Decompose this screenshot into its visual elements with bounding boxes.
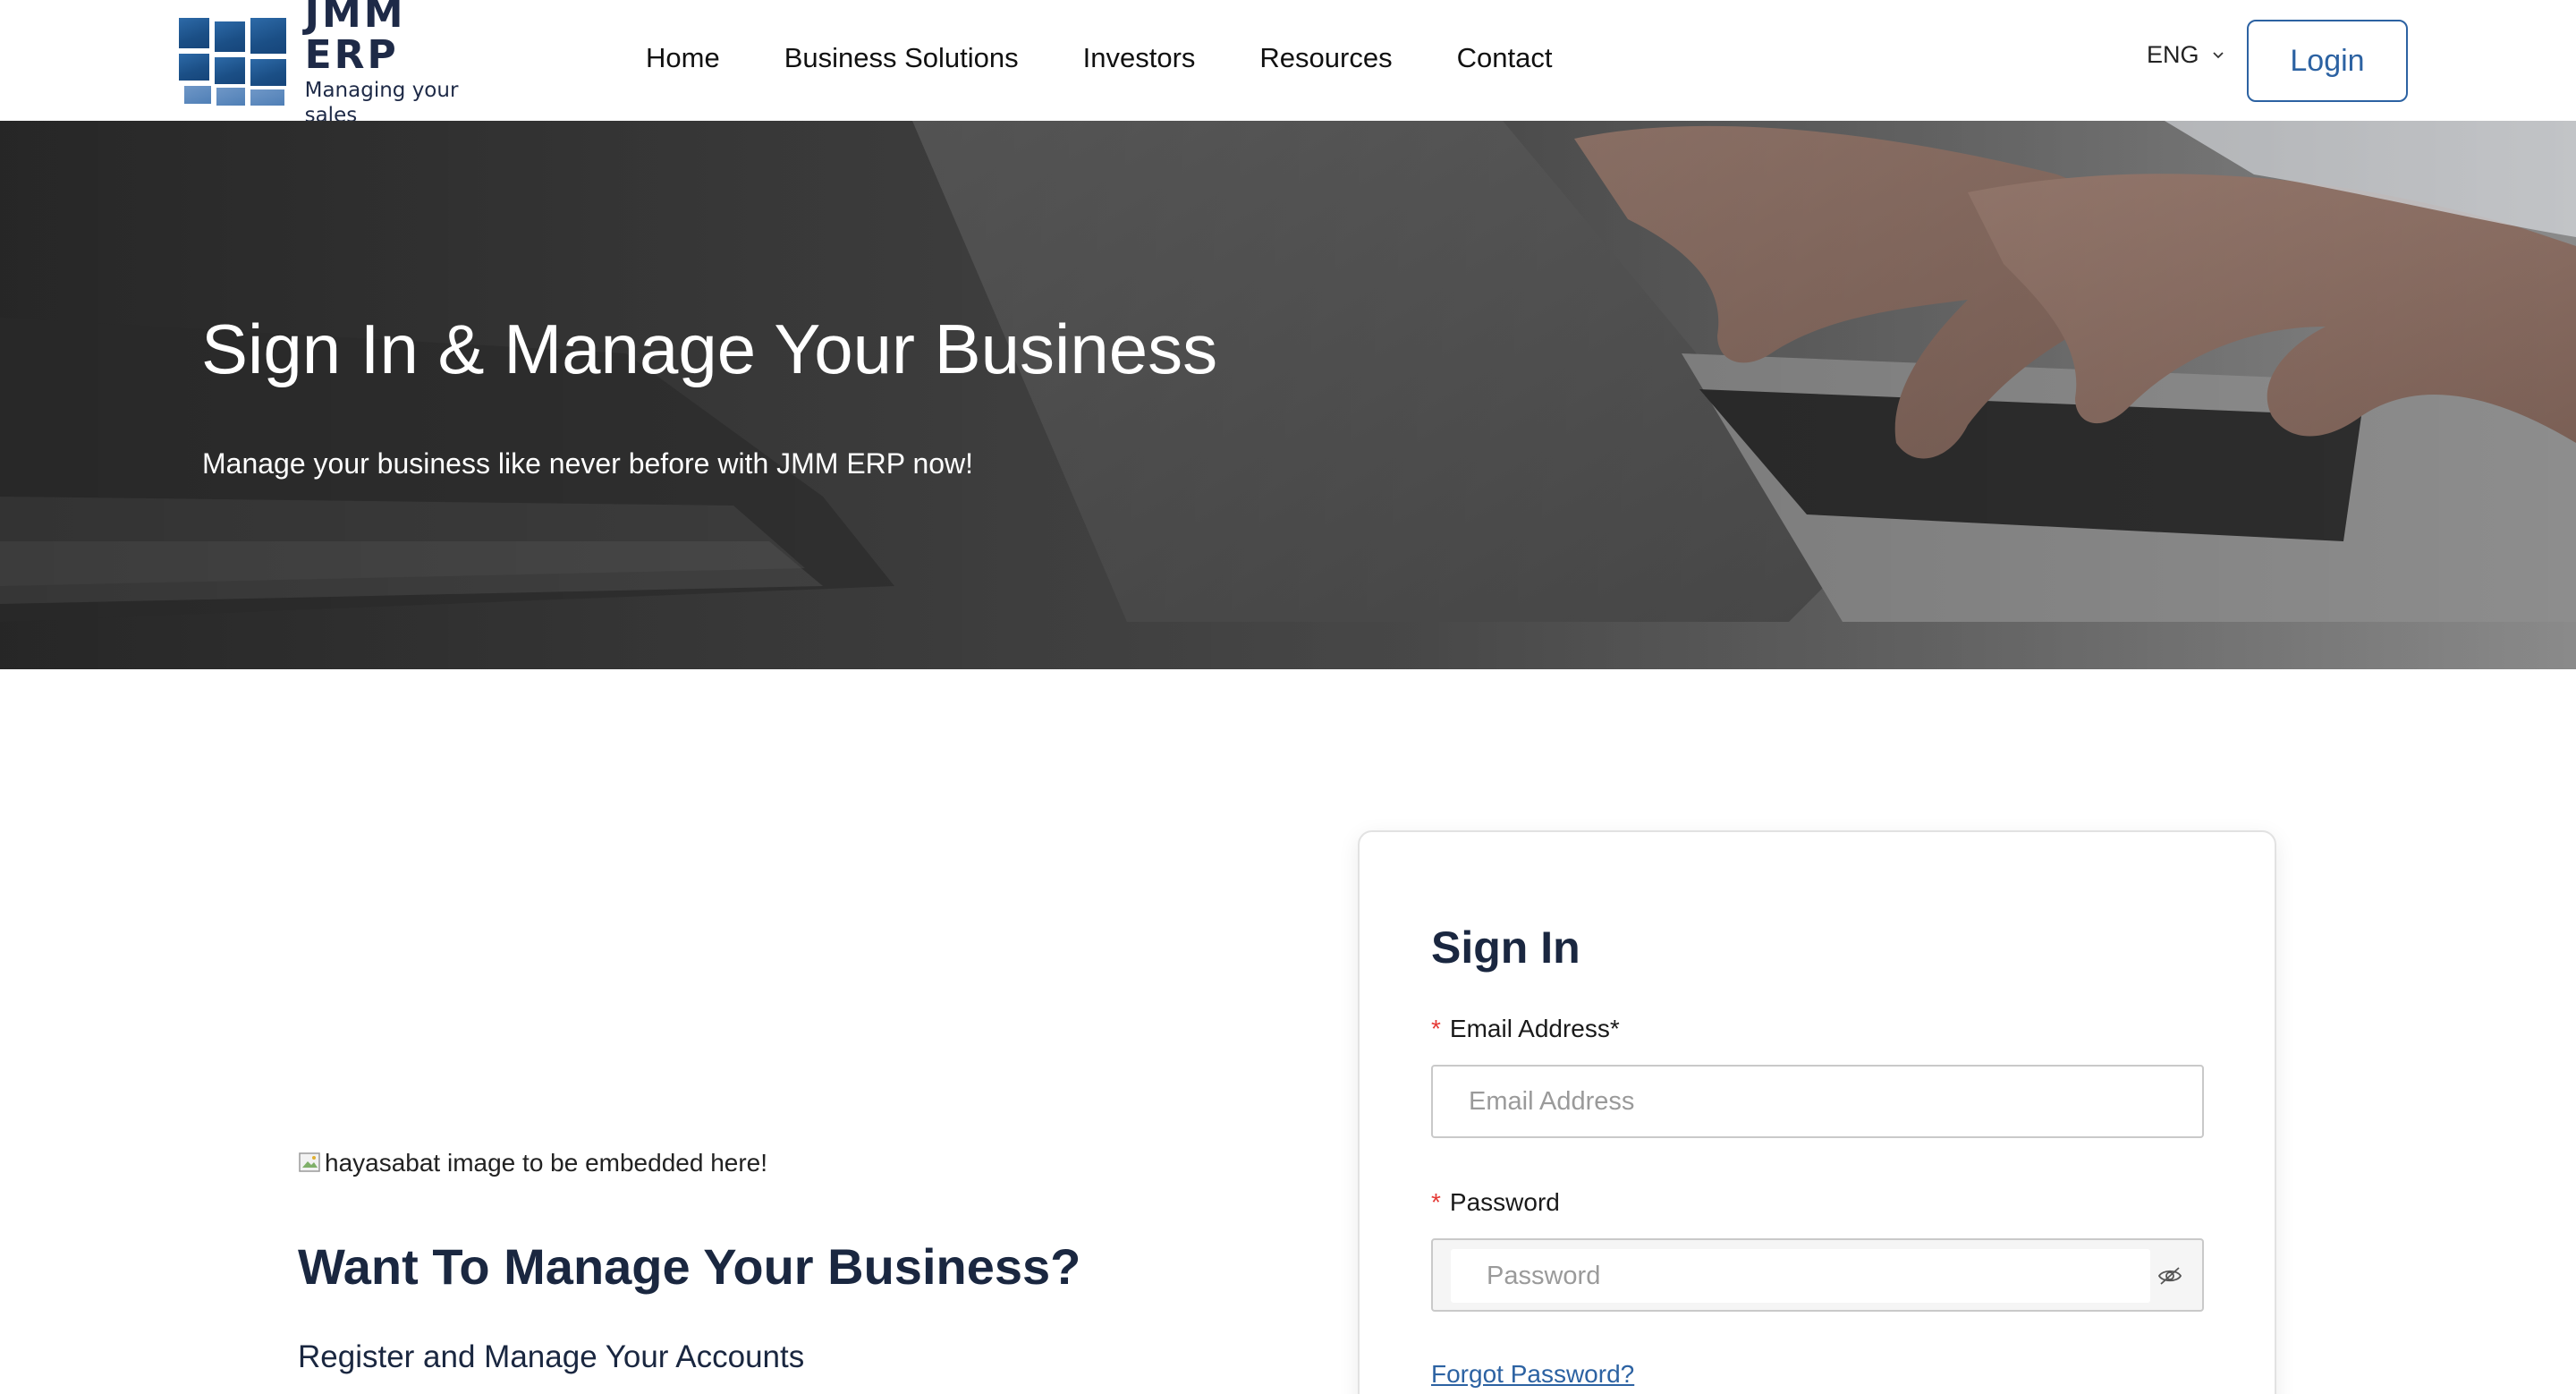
nav-investors[interactable]: Investors [1083, 36, 1196, 81]
password-label-text: Password [1449, 1188, 1560, 1216]
required-mark: * [1431, 1015, 1441, 1042]
email-field-wrapper [1431, 1065, 2204, 1138]
logo[interactable]: JMM ERP Managing your sales [179, 0, 510, 127]
broken-image-icon [299, 1152, 320, 1172]
promo-title: Want To Manage Your Business? [298, 1237, 1080, 1296]
login-button[interactable]: Login [2247, 20, 2408, 102]
promo-image-alt: hayasabat image to be embedded here! [325, 1149, 768, 1177]
hero-banner: Sign In & Manage Your Business Manage yo… [0, 121, 2576, 669]
language-label: ENG [2147, 41, 2199, 68]
hero-background-image [0, 121, 2576, 669]
email-label-text: Email Address* [1449, 1015, 1620, 1042]
email-field[interactable] [1433, 1067, 2202, 1136]
nav-home[interactable]: Home [646, 36, 720, 81]
password-label: * Password [1431, 1188, 1560, 1217]
logo-title: JMM ERP [304, 0, 406, 78]
signin-card: Sign In * Email Address* * Password Forgot… [1358, 830, 2276, 1394]
eye-off-icon[interactable] [2157, 1265, 2182, 1287]
promo-title-bold: Business? [827, 1238, 1081, 1295]
promo-subtitle: Register and Manage Your Accounts [298, 1339, 805, 1374]
main-nav: Home Business Solutions Investors Resour… [646, 36, 1616, 81]
hero-title: Sign In & Manage Your Business [201, 310, 1218, 388]
nav-contact[interactable]: Contact [1457, 36, 1553, 81]
email-label: * Email Address* [1431, 1015, 1620, 1043]
language-selector[interactable]: ENG [2147, 41, 2224, 69]
password-field-wrapper [1431, 1238, 2204, 1312]
password-field[interactable] [1451, 1249, 2150, 1303]
nav-resources[interactable]: Resources [1259, 36, 1392, 81]
promo-image-placeholder: hayasabat image to be embedded here! [298, 1149, 767, 1177]
chevron-down-icon [2212, 51, 2224, 58]
nav-business-solutions[interactable]: Business Solutions [784, 36, 1019, 81]
signin-title: Sign In [1431, 922, 1580, 973]
logo-mark-icon [179, 16, 287, 106]
required-mark: * [1431, 1188, 1441, 1216]
site-header: JMM ERP Managing your sales Home Busines… [0, 0, 2576, 127]
forgot-password-link[interactable]: Forgot Password? [1431, 1360, 1634, 1389]
hero-subtitle: Manage your business like never before w… [202, 447, 974, 480]
promo-title-regular: Want To Manage Your [298, 1238, 828, 1295]
